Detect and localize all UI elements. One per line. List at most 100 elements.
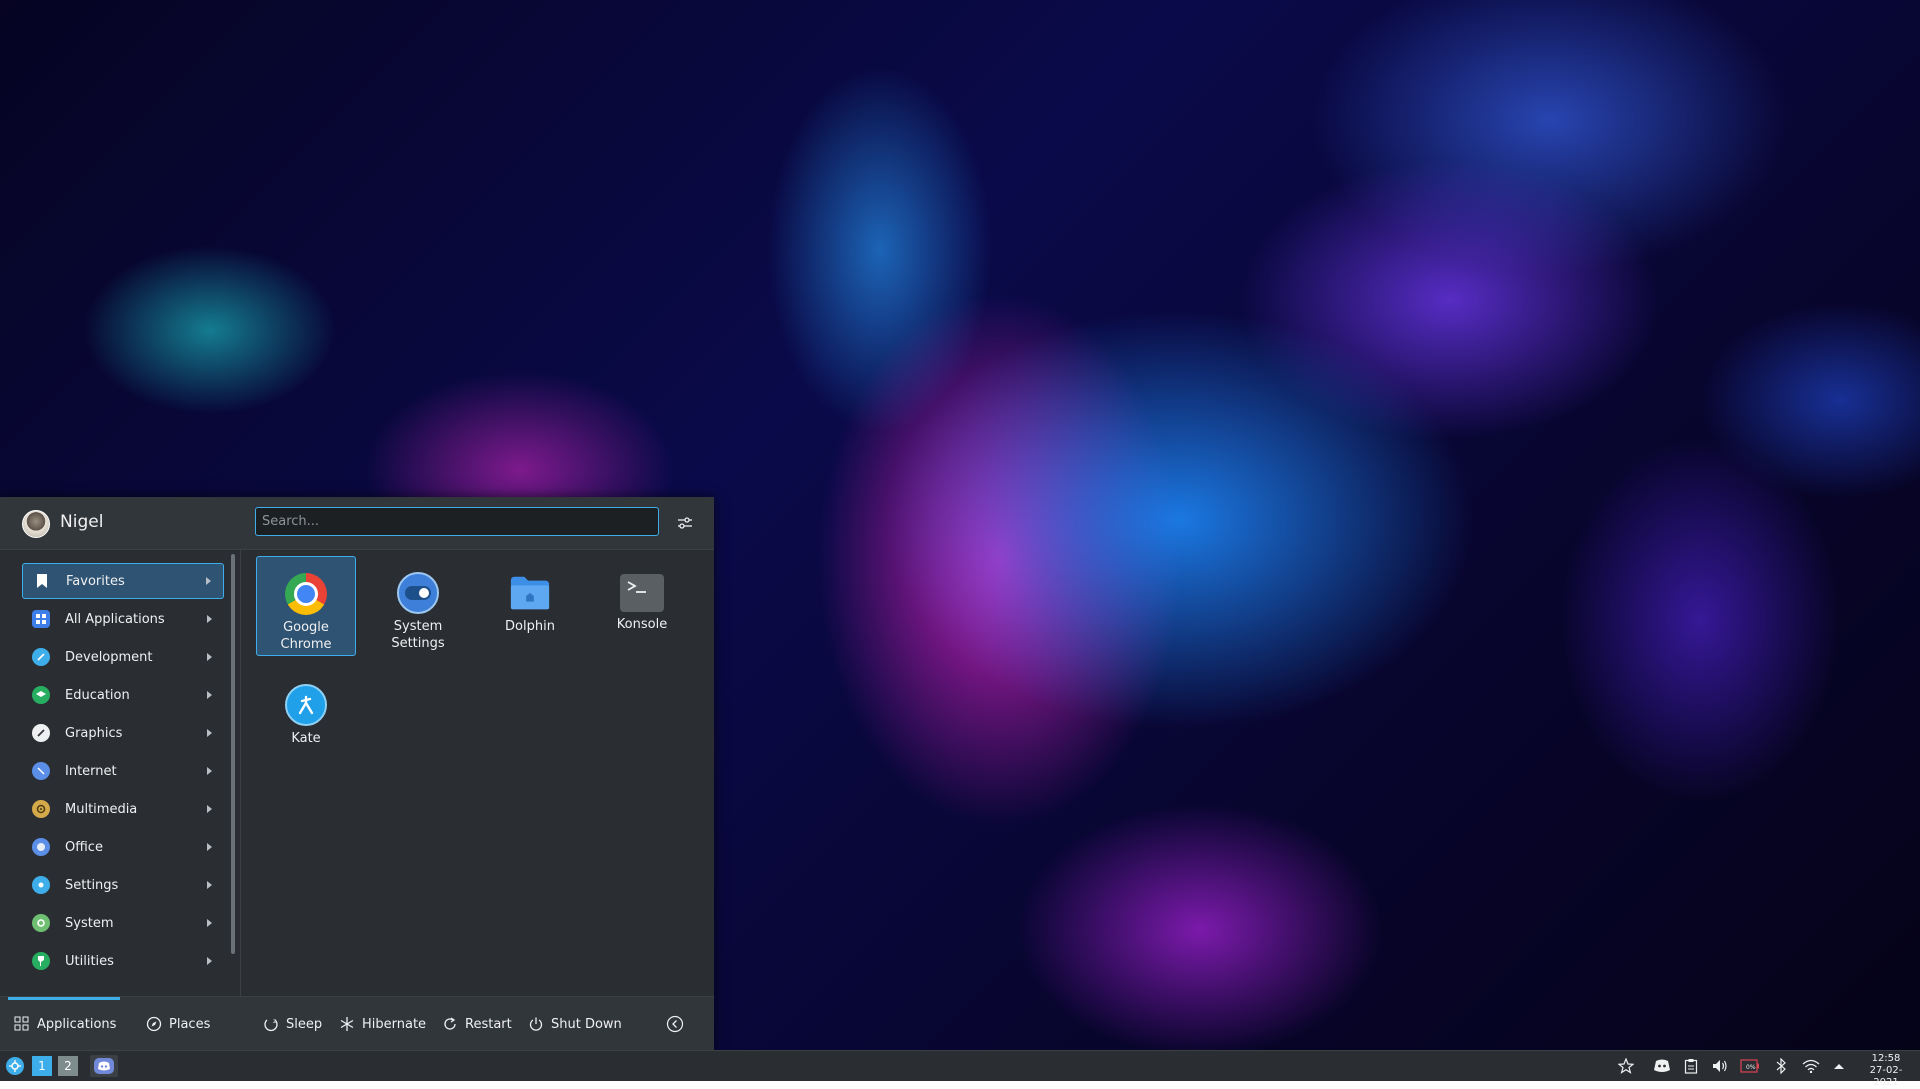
- category-label: Office: [65, 839, 103, 855]
- launcher-button[interactable]: [4, 1055, 26, 1077]
- category-multimedia[interactable]: Multimedia: [22, 791, 224, 827]
- chevron-right-icon: [207, 843, 212, 851]
- app-launcher-icon: [6, 1057, 24, 1075]
- category-education[interactable]: Education: [22, 677, 224, 713]
- user-avatar[interactable]: [22, 510, 50, 538]
- app-label: Konsole: [616, 617, 668, 632]
- app-label: Kate: [291, 731, 321, 746]
- chevron-right-icon: [207, 691, 212, 699]
- chevron-right-icon: [207, 919, 212, 927]
- category-system[interactable]: System: [22, 905, 224, 941]
- multimedia-icon: [32, 800, 50, 818]
- category-all-applications[interactable]: All Applications: [22, 601, 224, 637]
- digital-clock[interactable]: 12:58 27-02-2021: [1858, 1053, 1914, 1089]
- active-tab-indicator: [8, 997, 120, 1000]
- discord-icon: [94, 1058, 114, 1074]
- hibernate-button[interactable]: Hibernate: [339, 1013, 426, 1035]
- battery-icon[interactable]: 0%: [1739, 1057, 1761, 1075]
- app-tile-kate[interactable]: Kate: [256, 668, 356, 768]
- configure-icon[interactable]: [672, 510, 698, 536]
- desktop-number: 1: [32, 1056, 52, 1076]
- chevron-right-icon: [207, 881, 212, 889]
- internet-icon: [32, 762, 50, 780]
- system-gear-icon: [32, 914, 50, 932]
- svg-text:z: z: [273, 1018, 276, 1025]
- launcher-header: Nigel Search...: [0, 497, 714, 550]
- category-label: Development: [65, 649, 153, 665]
- category-label: All Applications: [65, 611, 165, 627]
- bluetooth-icon[interactable]: [1771, 1057, 1791, 1075]
- settings-icon: [32, 876, 50, 894]
- chevron-right-icon: [206, 577, 211, 585]
- category-graphics[interactable]: Graphics: [22, 715, 224, 751]
- office-icon: [32, 838, 50, 856]
- user-name: Nigel: [60, 512, 104, 532]
- sleep-label: Sleep: [286, 1016, 323, 1032]
- category-office[interactable]: Office: [22, 829, 224, 865]
- taskbar-panel: 1 2 0% 12:58 27-02-2021: [0, 1050, 1920, 1088]
- app-tile-dolphin[interactable]: Dolphin: [480, 556, 580, 656]
- search-input[interactable]: Search...: [255, 507, 659, 536]
- dolphin-folder-icon: [509, 572, 551, 614]
- virtual-desktop-2[interactable]: 2: [58, 1055, 78, 1077]
- wifi-icon[interactable]: [1801, 1057, 1821, 1075]
- shutdown-label: Shut Down: [551, 1016, 622, 1032]
- power-icon: [529, 1017, 543, 1031]
- chevron-right-icon: [207, 615, 212, 623]
- category-label: Internet: [65, 763, 117, 779]
- restart-icon: [444, 1017, 456, 1030]
- chevron-left-circle-icon: [666, 1015, 684, 1033]
- category-label: Graphics: [65, 725, 123, 741]
- education-icon: [32, 686, 50, 704]
- category-utilities[interactable]: Utilities: [22, 943, 224, 979]
- chevron-right-icon: [207, 805, 212, 813]
- volume-icon[interactable]: [1710, 1057, 1730, 1075]
- sleep-button[interactable]: z Sleep: [263, 1013, 322, 1035]
- category-settings[interactable]: Settings: [22, 867, 224, 903]
- launcher-footer: Applications Places z Sleep Hibernate Re…: [0, 996, 714, 1051]
- virtual-desktop-1[interactable]: 1: [32, 1055, 52, 1077]
- category-sidebar: Favorites All Applications Development E…: [0, 549, 241, 996]
- snowflake-icon: [340, 1017, 354, 1031]
- category-label: Education: [65, 687, 130, 703]
- app-label: System Settings: [391, 619, 445, 651]
- tab-applications[interactable]: Applications: [14, 1013, 116, 1035]
- discord-tray-icon[interactable]: [1651, 1057, 1673, 1075]
- chevron-right-icon: [207, 729, 212, 737]
- desktop-number: 2: [58, 1056, 78, 1076]
- shutdown-button[interactable]: Shut Down: [528, 1013, 622, 1035]
- clock-time: 12:58: [1871, 1053, 1901, 1064]
- tab-places-label: Places: [169, 1016, 211, 1032]
- category-label: Favorites: [66, 573, 125, 589]
- bookmark-icon: [33, 572, 51, 590]
- chevron-right-icon: [207, 767, 212, 775]
- star-icon[interactable]: [1616, 1057, 1636, 1075]
- leave-more-button[interactable]: [666, 1013, 691, 1035]
- app-tile-konsole[interactable]: Konsole: [592, 556, 692, 656]
- category-label: Settings: [65, 877, 119, 893]
- development-icon: [32, 648, 50, 666]
- task-discord[interactable]: [90, 1055, 118, 1077]
- kate-icon: [285, 684, 327, 726]
- app-tile-system-settings[interactable]: System Settings: [368, 556, 468, 656]
- sleep-icon: z: [264, 1018, 278, 1032]
- tray-expander-icon[interactable]: [1829, 1057, 1849, 1075]
- chevron-right-icon: [207, 653, 212, 661]
- app-tile-google-chrome[interactable]: Google Chrome: [256, 556, 356, 656]
- category-label: Utilities: [65, 953, 114, 969]
- restart-label: Restart: [465, 1016, 512, 1032]
- konsole-terminal-icon: [620, 574, 664, 612]
- category-label: System: [65, 915, 114, 931]
- category-favorites[interactable]: Favorites: [22, 563, 224, 599]
- hibernate-label: Hibernate: [362, 1016, 427, 1032]
- category-internet[interactable]: Internet: [22, 753, 224, 789]
- tab-places[interactable]: Places: [146, 1013, 210, 1035]
- compass-icon: [146, 1016, 162, 1032]
- category-development[interactable]: Development: [22, 639, 224, 675]
- application-launcher: Nigel Search... Favorites All Applicatio…: [0, 497, 714, 1051]
- app-label: Dolphin: [505, 619, 555, 634]
- restart-button[interactable]: Restart: [442, 1013, 512, 1035]
- sidebar-scrollbar[interactable]: [231, 554, 235, 954]
- all-applications-icon: [32, 610, 50, 628]
- clipboard-icon[interactable]: [1681, 1057, 1701, 1075]
